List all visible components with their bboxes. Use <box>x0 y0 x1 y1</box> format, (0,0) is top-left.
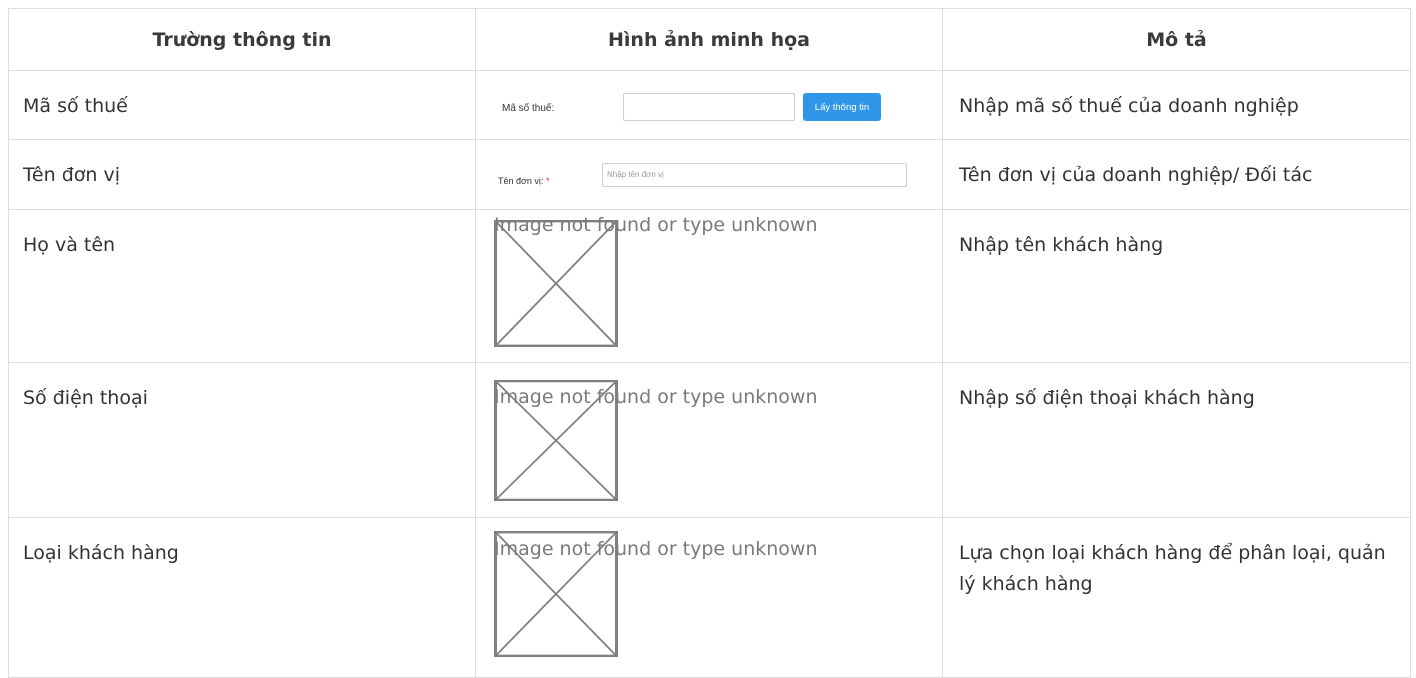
unit-name-label-text: Tên đơn vị: <box>498 176 544 186</box>
illustration-cell: Image not found or type unknown <box>475 517 943 678</box>
tax-code-form-image: Mã số thuế: Lấy thông tin <box>476 71 941 138</box>
table-row: Tên đơn vị Tên đơn vị: * Nhập tên đơn vị… <box>8 139 1411 210</box>
field-name: Tên đơn vị <box>8 139 476 210</box>
required-mark: * <box>545 176 550 186</box>
table-row: Mã số thuế Mã số thuế: Lấy thông tin Nhậ… <box>8 70 1411 140</box>
broken-image-text: Image not found or type unknown <box>494 386 818 408</box>
unit-name-form-image: Tên đơn vị: * Nhập tên đơn vị <box>476 140 941 208</box>
illustration-cell: Tên đơn vị: * Nhập tên đơn vị <box>475 139 943 210</box>
broken-image-text: Image not found or type unknown <box>494 538 818 560</box>
table-row: Số điện thoại Image not found or type un… <box>8 362 1411 518</box>
field-description: Tên đơn vị của doanh nghiệp/ Đối tác <box>942 139 1411 210</box>
field-name: Mã số thuế <box>8 70 476 140</box>
illustration-cell: Image not found or type unknown <box>475 209 943 363</box>
header-field: Trường thông tin <box>8 8 476 71</box>
broken-image-text: Image not found or type unknown <box>494 214 818 236</box>
header-illustration: Hình ảnh minh họa <box>475 8 943 71</box>
field-description: Lựa chọn loại khách hàng để phân loại, q… <box>942 517 1411 678</box>
table-row: Loại khách hàng Image not found or type … <box>8 517 1411 678</box>
tax-code-label: Mã số thuế: <box>502 103 555 114</box>
field-description: Nhập mã số thuế của doanh nghiệp <box>942 70 1411 140</box>
field-name: Loại khách hàng <box>8 517 476 678</box>
header-description: Mô tả <box>942 8 1411 71</box>
field-description: Nhập số điện thoại khách hàng <box>942 362 1411 518</box>
table-header-row: Trường thông tin Hình ảnh minh họa Mô tả <box>8 8 1411 71</box>
table-row: Họ và tên Image not found or type unknow… <box>8 209 1411 363</box>
field-description-table: Trường thông tin Hình ảnh minh họa Mô tả… <box>8 8 1411 678</box>
field-description: Nhập tên khách hàng <box>942 209 1411 363</box>
field-name: Số điện thoại <box>8 362 476 518</box>
field-name: Họ và tên <box>8 209 476 363</box>
fetch-info-button: Lấy thông tin <box>803 93 881 121</box>
tax-code-input <box>623 93 795 121</box>
unit-name-input: Nhập tên đơn vị <box>602 163 907 187</box>
illustration-cell: Image not found or type unknown <box>475 362 943 518</box>
unit-name-label: Tên đơn vị: * <box>498 166 549 197</box>
illustration-cell: Mã số thuế: Lấy thông tin <box>475 70 943 140</box>
